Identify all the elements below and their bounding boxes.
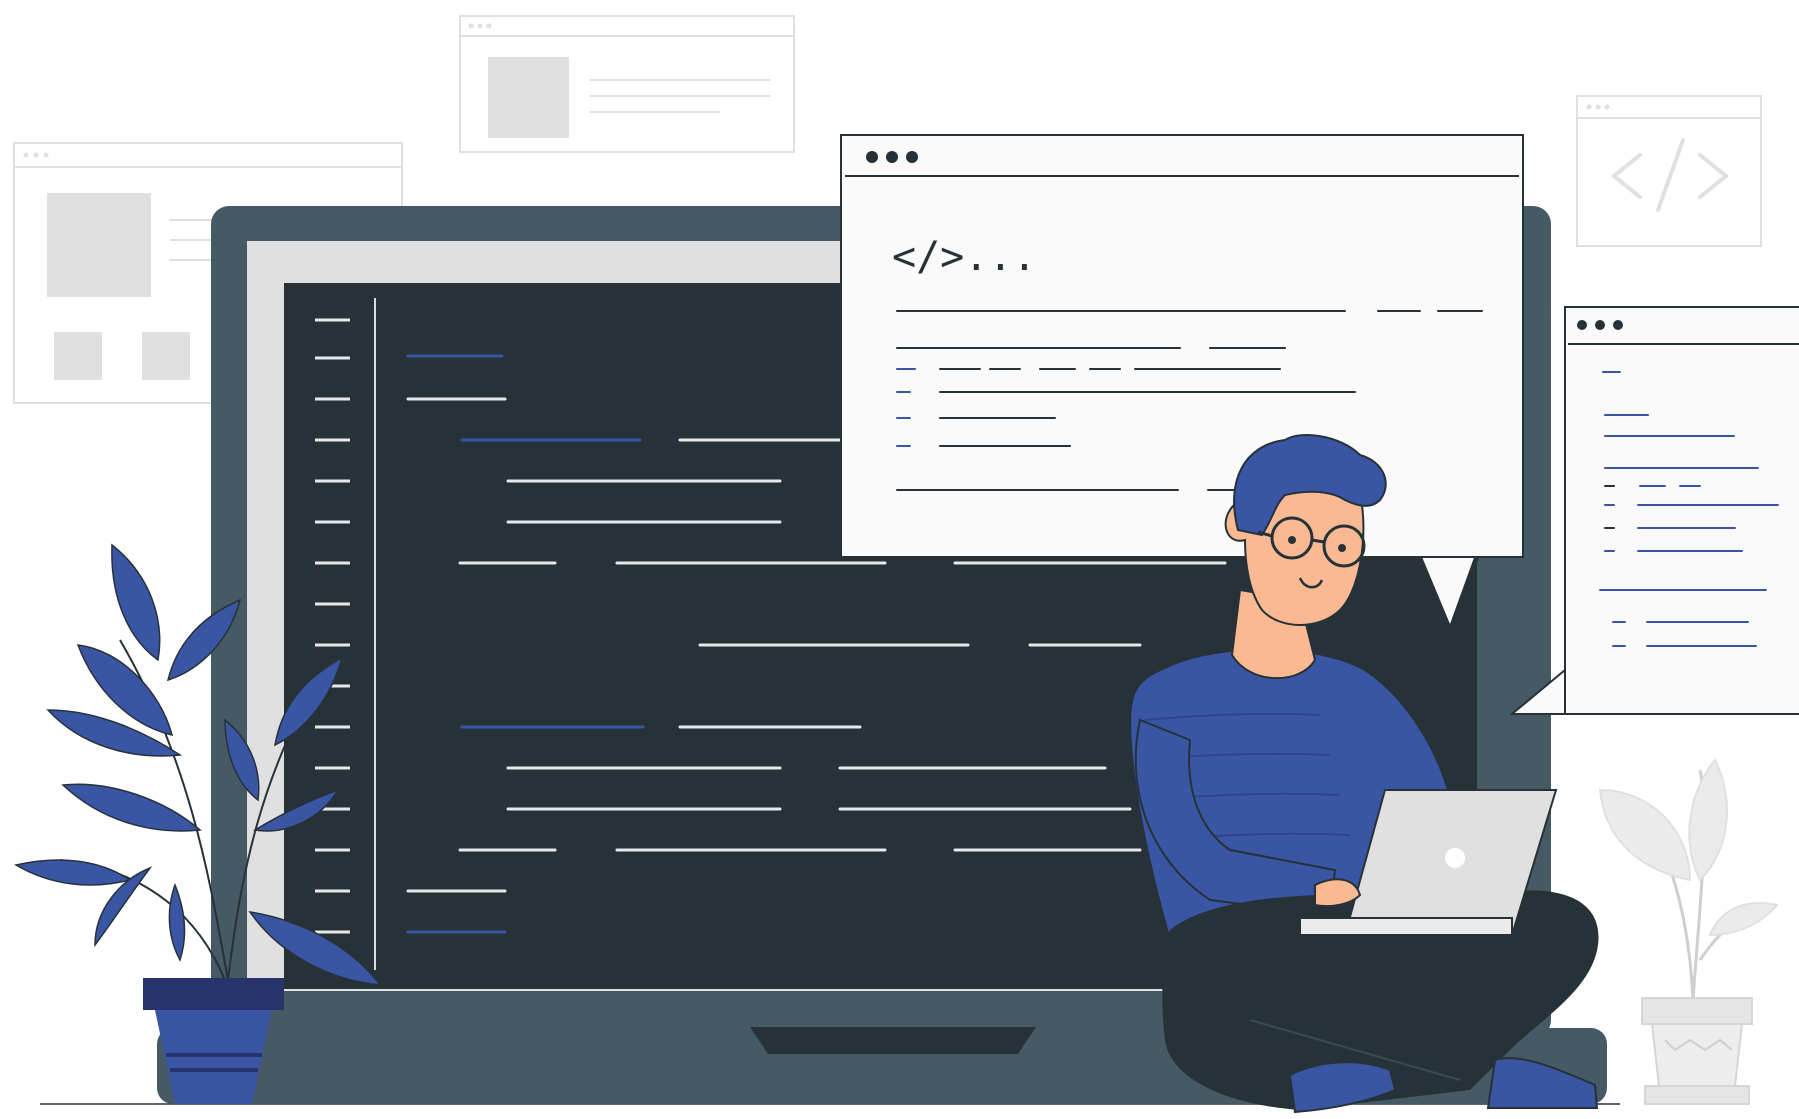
ghost-window-top xyxy=(459,15,795,153)
developer-illustration: </>... xyxy=(13,15,1799,1114)
eye xyxy=(1338,544,1346,552)
image-placeholder xyxy=(54,332,102,380)
image-placeholder xyxy=(488,57,569,138)
eye xyxy=(1288,536,1296,544)
window-dot xyxy=(1613,320,1623,330)
window-dot xyxy=(906,151,918,163)
window-dot xyxy=(866,151,878,163)
image-placeholder xyxy=(47,193,151,297)
monitor-notch xyxy=(750,1027,1036,1054)
code-snippet-text: </>... xyxy=(892,234,1037,280)
plant-gray xyxy=(1598,758,1779,1105)
ghost-window-code xyxy=(1576,95,1762,247)
window-dot xyxy=(886,151,898,163)
pot-rim xyxy=(143,978,284,1010)
image-placeholder xyxy=(142,332,190,380)
window-dot xyxy=(1577,320,1587,330)
laptop-logo xyxy=(1445,848,1465,868)
code-window-right xyxy=(1509,306,1799,715)
window-dot xyxy=(1595,320,1605,330)
